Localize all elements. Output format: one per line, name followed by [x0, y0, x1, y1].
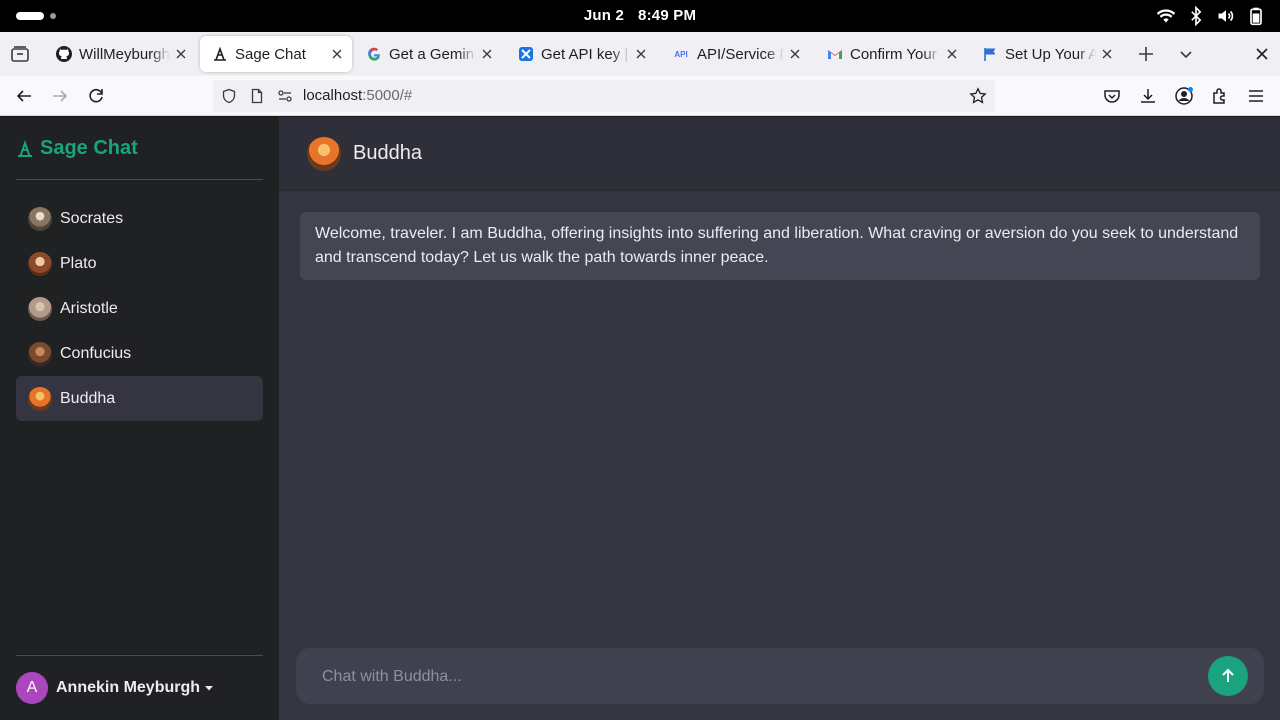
clock-time: 8:49 PM	[638, 7, 697, 24]
arrow-up-icon	[1222, 668, 1234, 682]
system-status-bar: Jun 2 8:49 PM	[0, 0, 1280, 32]
sidebar-item-buddha[interactable]: Buddha	[16, 376, 263, 421]
tab-label: Set Up Your Ac	[1005, 45, 1096, 63]
chat-header: Buddha	[279, 117, 1280, 191]
back-icon[interactable]	[14, 86, 34, 106]
close-tab-icon[interactable]	[480, 47, 494, 61]
url-host: localhost	[303, 87, 363, 104]
url-bar[interactable]: localhost:5000/#	[213, 80, 995, 112]
list-all-tabs-icon[interactable]	[1176, 44, 1196, 64]
bluetooth-icon[interactable]	[1186, 6, 1206, 26]
chat-input[interactable]	[322, 666, 1192, 688]
github-icon	[56, 46, 72, 62]
tab-api-service[interactable]: API API/Service Det	[660, 36, 810, 72]
sage-logo-icon	[212, 46, 228, 62]
close-window-icon[interactable]	[1252, 44, 1272, 64]
shield-icon[interactable]	[221, 88, 237, 104]
avatar	[28, 296, 52, 321]
sidebar-item-label: Plato	[60, 254, 97, 272]
downloads-icon[interactable]	[1138, 86, 1158, 106]
url-text[interactable]: localhost:5000/#	[303, 87, 412, 104]
volume-icon[interactable]	[1216, 6, 1236, 26]
flag-icon	[982, 46, 998, 62]
pocket-icon[interactable]	[1102, 86, 1122, 106]
site-permissions-icon[interactable]	[277, 88, 293, 104]
account-icon[interactable]	[1174, 86, 1194, 106]
user-menu[interactable]: A Annekin Meyburgh	[16, 672, 214, 704]
message-composer	[296, 648, 1264, 704]
google-icon	[366, 46, 382, 62]
tab-github[interactable]: WillMeyburgh/	[44, 36, 196, 72]
page-icon[interactable]	[249, 88, 265, 104]
reload-icon[interactable]	[86, 86, 106, 106]
tab-label: Sage Chat	[235, 45, 306, 63]
sidebar-item-socrates[interactable]: Socrates	[16, 196, 263, 241]
divider	[16, 179, 263, 180]
sidebar-item-label: Socrates	[60, 209, 124, 227]
api-icon: API	[674, 49, 688, 59]
sidebar-item-label: Aristotle	[60, 299, 118, 317]
tab-setup[interactable]: Set Up Your Ac	[970, 36, 1122, 72]
avatar	[28, 206, 52, 231]
message-text: Welcome, traveler. I am Buddha, offering…	[315, 225, 1239, 266]
close-tab-icon[interactable]	[634, 47, 648, 61]
avatar	[28, 386, 52, 411]
close-tab-icon[interactable]	[788, 47, 802, 61]
app-title: Sage Chat	[40, 137, 138, 159]
tab-api-key[interactable]: Get API key | Go	[506, 36, 656, 72]
sidebar-item-aristotle[interactable]: Aristotle	[16, 286, 263, 331]
chat-title: Buddha	[353, 142, 422, 164]
url-path: :5000/#	[362, 87, 413, 104]
sage-list: Socrates Plato Aristotle Confucius Buddh…	[16, 196, 263, 421]
butterfly-icon	[518, 46, 534, 62]
tab-label: Confirm Your F	[850, 45, 941, 63]
menu-icon[interactable]	[1246, 86, 1266, 106]
new-tab-icon[interactable]	[1136, 44, 1156, 64]
close-tab-icon[interactable]	[330, 47, 344, 61]
sidebar-item-label: Buddha	[60, 389, 116, 407]
divider	[16, 655, 263, 656]
tab-strip: WillMeyburgh/ Sage Chat Get a Gemini A G…	[0, 32, 1280, 76]
close-tab-icon[interactable]	[1100, 47, 1114, 61]
forward-icon[interactable]	[50, 86, 70, 106]
user-name: Annekin Meyburgh	[56, 679, 201, 696]
assistant-message: Welcome, traveler. I am Buddha, offering…	[300, 212, 1260, 280]
nav-toolbar: localhost:5000/#	[0, 76, 1280, 116]
avatar	[307, 136, 341, 171]
tab-gemini[interactable]: Get a Gemini A	[354, 36, 502, 72]
avatar	[28, 251, 52, 276]
tab-label: Get a Gemini A	[389, 45, 476, 63]
sidebar-item-confucius[interactable]: Confucius	[16, 331, 263, 376]
tab-sage-chat[interactable]: Sage Chat	[200, 36, 352, 72]
close-tab-icon[interactable]	[945, 47, 959, 61]
tab-overview-icon[interactable]	[10, 44, 30, 64]
caret-down-icon	[205, 686, 214, 691]
system-clock[interactable]: Jun 2 8:49 PM	[0, 7, 1280, 24]
user-avatar: A	[16, 672, 48, 704]
wifi-icon[interactable]	[1156, 6, 1176, 26]
battery-icon[interactable]	[1246, 6, 1266, 26]
bookmark-star-icon[interactable]	[969, 87, 987, 105]
sage-logo-icon	[18, 139, 32, 157]
chat-main: Buddha Welcome, traveler. I am Buddha, o…	[279, 117, 1280, 720]
extensions-icon[interactable]	[1210, 86, 1230, 106]
tab-label: API/Service Det	[697, 45, 784, 63]
clock-date: Jun 2	[583, 7, 625, 24]
tab-gmail[interactable]: Confirm Your F	[815, 36, 967, 72]
gmail-icon	[827, 46, 843, 62]
sidebar: Sage Chat Socrates Plato Aristotle Confu…	[0, 117, 279, 720]
send-button[interactable]	[1208, 656, 1248, 696]
avatar	[28, 341, 52, 366]
tab-label: Get API key | Go	[541, 45, 630, 63]
tab-label: WillMeyburgh/	[79, 45, 170, 63]
sidebar-item-plato[interactable]: Plato	[16, 241, 263, 286]
app-brand[interactable]: Sage Chat	[16, 137, 138, 160]
sidebar-item-label: Confucius	[60, 344, 132, 362]
close-tab-icon[interactable]	[174, 47, 188, 61]
